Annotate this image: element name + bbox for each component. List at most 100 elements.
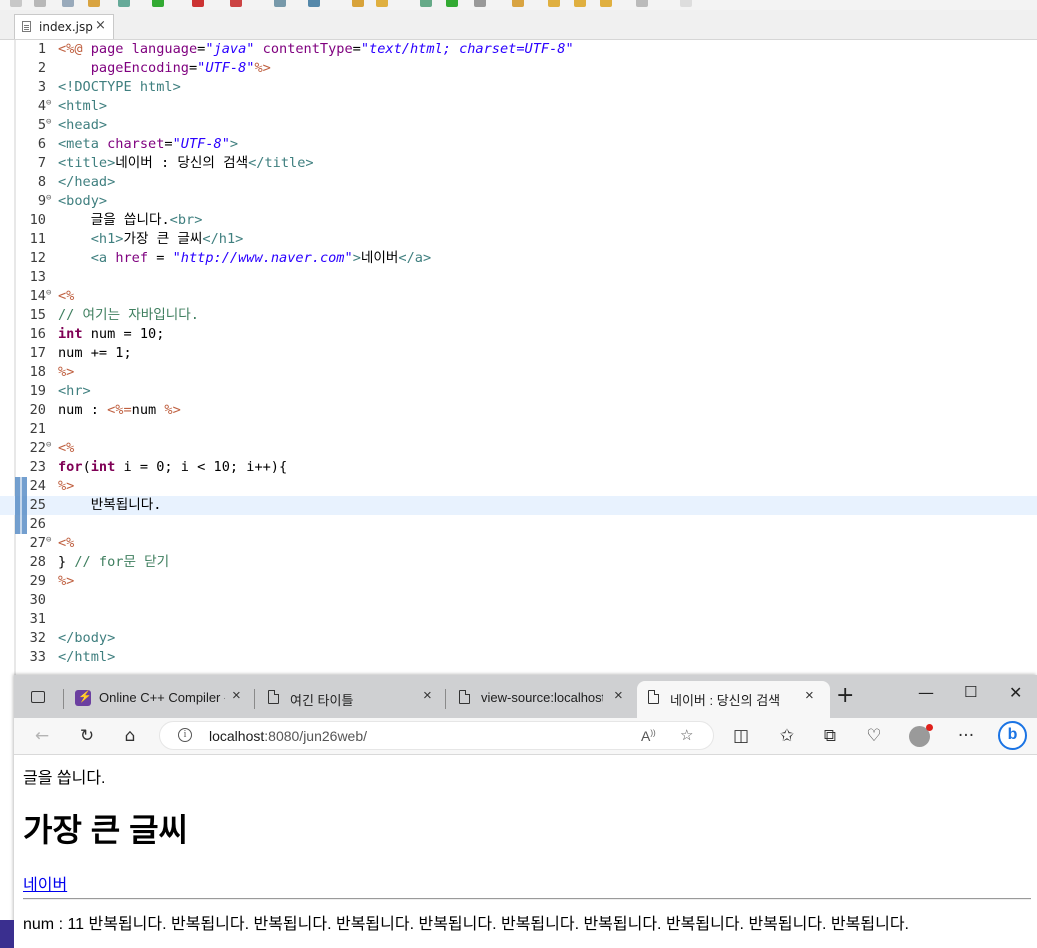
code-line[interactable]: 32 </body> — [0, 629, 1037, 648]
code-line[interactable]: 31 — [0, 610, 1037, 629]
close-icon[interactable]: × — [423, 687, 432, 704]
close-icon[interactable]: × — [232, 687, 241, 704]
naver-link[interactable]: 네이버 — [23, 871, 67, 895]
browser-tab-title[interactable]: 여긴 타이틀 × — [257, 681, 443, 718]
more-menu-icon[interactable]: ··· — [953, 724, 979, 748]
fold-toggle-icon[interactable]: ⊖ — [46, 531, 51, 550]
toolbar-button-icon[interactable] — [34, 0, 46, 7]
code-line[interactable]: 29 %> — [0, 572, 1037, 591]
code-line[interactable]: 23 for(int i = 0; i < 10; i++){ — [0, 458, 1037, 477]
code-line[interactable]: 18 %> — [0, 363, 1037, 382]
toolbar-button-icon[interactable] — [420, 0, 432, 7]
code-line[interactable]: 28} // for문 닫기 — [0, 553, 1037, 572]
toolbar-button-icon[interactable] — [474, 0, 486, 7]
code-line[interactable]: 3 <!DOCTYPE html> — [0, 78, 1037, 97]
code-line[interactable]: 19 <hr> — [0, 382, 1037, 401]
fold-toggle-icon[interactable]: ⊖ — [46, 94, 51, 113]
code-line[interactable]: 12 <a href = "http://www.naver.com">네이버<… — [0, 249, 1037, 268]
code-token: // for문 닫기 — [74, 554, 170, 570]
code-line[interactable]: 16 int num = 10; — [0, 325, 1037, 344]
toolbar-button-icon[interactable] — [446, 0, 458, 7]
toolbar-button-icon[interactable] — [636, 0, 648, 7]
code-line[interactable]: 14 ⊖ <% — [0, 287, 1037, 306]
code-line[interactable]: 33 </html> — [0, 648, 1037, 667]
close-icon[interactable]: × — [95, 18, 106, 33]
code-line[interactable]: 15 // 여기는 자바입니다. — [0, 306, 1037, 325]
code-line[interactable]: 21 — [0, 420, 1037, 439]
read-aloud-icon[interactable]: A)) — [641, 728, 656, 744]
fold-toggle-icon[interactable]: ⊖ — [46, 189, 51, 208]
home-icon[interactable]: ⌂ — [117, 724, 143, 748]
tab-actions-icon[interactable] — [31, 691, 45, 703]
fold-toggle-icon[interactable]: ⊖ — [46, 436, 51, 455]
toolbar-button-icon[interactable] — [230, 0, 242, 7]
code-line[interactable]: 24 %> — [0, 477, 1037, 496]
info-icon[interactable]: i — [178, 728, 192, 742]
code-line[interactable]: 8 </head> — [0, 173, 1037, 192]
toolbar-button-icon[interactable] — [512, 0, 524, 7]
code-line[interactable]: 2 pageEncoding="UTF-8"%> — [0, 59, 1037, 78]
window-close-button[interactable]: ✕ — [1009, 683, 1022, 702]
code-line[interactable]: 22 ⊖ <% — [0, 439, 1037, 458]
browser-tab-online-compiler[interactable]: Online C++ Compiler - o × — [66, 681, 252, 718]
code-text: 반복됩니다. — [58, 496, 162, 515]
code-editor[interactable]: 1 <%@ page language="java" contentType="t… — [0, 40, 1037, 675]
code-line[interactable]: 7 <title>네이버 : 당신의 검색</title> — [0, 154, 1037, 173]
code-line[interactable]: 25 반복됩니다. — [0, 496, 1037, 515]
code-line[interactable]: 9 ⊖ <body> — [0, 192, 1037, 211]
toolbar-button-icon[interactable] — [274, 0, 286, 7]
browser-tab-naver[interactable]: 네이버 : 당신의 검색 × — [637, 681, 830, 718]
fold-toggle-icon[interactable]: ⊖ — [46, 113, 51, 132]
back-arrow-icon[interactable] — [548, 0, 560, 7]
code-line[interactable]: 4 ⊖ <html> — [0, 97, 1037, 116]
new-tab-button[interactable]: + — [836, 683, 854, 708]
toolbar-button-icon[interactable] — [192, 0, 204, 7]
code-line[interactable]: 10 글을 씁니다.<br> — [0, 211, 1037, 230]
code-line[interactable]: 13 — [0, 268, 1037, 287]
toolbar-button-icon[interactable] — [308, 0, 320, 7]
line-number: 7 — [37, 155, 46, 171]
profile-avatar[interactable] — [909, 724, 933, 747]
code-line[interactable]: 1 <%@ page language="java" contentType="t… — [0, 40, 1037, 59]
toolbar-button-icon[interactable] — [376, 0, 388, 7]
split-screen-icon[interactable]: ◫ — [728, 724, 754, 748]
code-line[interactable]: 20 num : <%=num %> — [0, 401, 1037, 420]
code-line[interactable]: 26 — [0, 515, 1037, 534]
toolbar-button-icon[interactable] — [88, 0, 100, 7]
browser-essentials-icon[interactable]: ♡ — [861, 724, 887, 748]
fold-toggle-icon[interactable]: ⊖ — [46, 284, 51, 303]
back-arrow-icon[interactable]: ← — [29, 724, 55, 748]
editor-tab-label: index.jsp — [39, 20, 93, 34]
toolbar-button-icon[interactable] — [352, 0, 364, 7]
address-bar[interactable]: i localhost:8080/jun26web/ A)) ☆ — [159, 721, 714, 750]
line-number: 10 — [29, 212, 46, 228]
url-text[interactable]: localhost:8080/jun26web/ — [209, 728, 367, 744]
code-line[interactable]: 6 <meta charset="UTF-8"> — [0, 135, 1037, 154]
toolbar-button-icon[interactable] — [680, 0, 692, 7]
collections-icon[interactable]: ⧉ — [817, 724, 843, 748]
toolbar-button-icon[interactable] — [118, 0, 130, 7]
toolbar-button-icon[interactable] — [62, 0, 74, 7]
close-icon[interactable]: × — [805, 687, 814, 704]
code-line[interactable]: 11 <h1>가장 큰 글씨</h1> — [0, 230, 1037, 249]
run-icon[interactable] — [152, 0, 164, 7]
refresh-icon[interactable]: ↻ — [74, 724, 100, 748]
code-line[interactable]: 27 ⊖ <% — [0, 534, 1037, 553]
toolbar-button-icon[interactable] — [10, 0, 22, 7]
code-line[interactable]: 30 — [0, 591, 1037, 610]
code-line[interactable]: 17 num += 1; — [0, 344, 1037, 363]
maximize-button[interactable]: ☐ — [964, 683, 977, 701]
forward-arrow-icon[interactable] — [574, 0, 586, 7]
line-number: 4 — [37, 98, 46, 114]
close-icon[interactable]: × — [614, 687, 623, 704]
code-line[interactable]: 5 ⊖ <head> — [0, 116, 1037, 135]
toolbar-button-icon[interactable] — [600, 0, 612, 7]
editor-tab-index-jsp[interactable]: index.jsp × — [14, 14, 114, 39]
browser-tab-view-source[interactable]: view-source:localhost:80 × — [448, 681, 634, 718]
line-number: 28 — [29, 554, 46, 570]
favorites-icon[interactable]: ✩ — [774, 724, 800, 748]
minimize-button[interactable]: — — [918, 683, 934, 702]
favorite-star-icon[interactable]: ☆ — [680, 726, 693, 744]
bing-copilot-icon[interactable]: b — [998, 721, 1027, 750]
